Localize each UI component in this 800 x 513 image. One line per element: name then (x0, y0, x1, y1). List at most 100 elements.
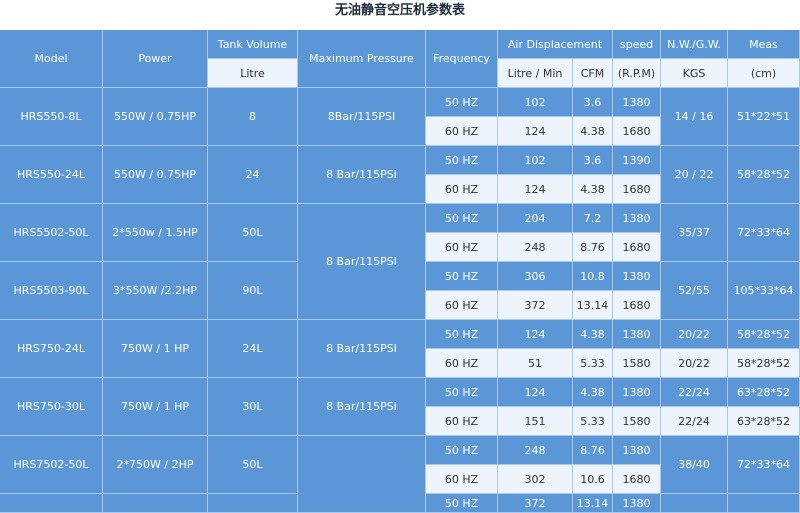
power-cell: 2*750W / 2HP (103, 436, 208, 494)
tank-cell: 24 (208, 146, 298, 204)
cfm-cell: 4.38 (573, 378, 613, 407)
cfm-cell: 7.2 (573, 204, 613, 233)
power-cell: 2*550w / 1.5HP (103, 204, 208, 262)
frequency-cell: 50 HZ (426, 88, 498, 117)
litre-min-cell: 204 (498, 204, 573, 233)
weight-cell: 35/37 (661, 204, 728, 262)
pressure-cell: 8 Bar/115PSI (298, 320, 426, 378)
power-cell: 550W / 0.75HP (103, 88, 208, 146)
spec-table: Model Power Tank Volume Litre Maximum Pr… (0, 30, 800, 513)
rpm-cell: 1580 (613, 407, 661, 436)
cfm-cell: 10.8 (573, 262, 613, 291)
model-cell: HRS7502-50L (0, 436, 103, 494)
cfm-cell: 13.14 (573, 494, 613, 513)
cfm-cell: 13.14 (573, 291, 613, 320)
power-cell: 750W / 1 HP (103, 378, 208, 436)
litre-min-cell: 372 (498, 291, 573, 320)
rpm-cell: 1380 (613, 320, 661, 349)
header-cfm: CFM (573, 59, 613, 88)
weight-cell: 20/22 (661, 320, 728, 349)
cfm-cell: 5.33 (573, 407, 613, 436)
rpm-cell: 1390 (613, 146, 661, 175)
weight-cell: 20/22 (661, 349, 728, 378)
litre-min-cell: 124 (498, 117, 573, 146)
frequency-cell: 60 HZ (426, 117, 498, 146)
rpm-cell: 1680 (613, 465, 661, 494)
meas-cell: 58*28*52 (728, 349, 800, 378)
power-cell: 550W / 0.75HP (103, 146, 208, 204)
frequency-cell: 50 HZ (426, 494, 498, 513)
meas-cell: 72*33*64 (728, 436, 800, 494)
header-air-displacement: Air Displacement (498, 30, 613, 59)
header-speed-unit: (R.P.M) (613, 59, 661, 88)
header-litre-min: Litre / Min (498, 59, 573, 88)
rpm-cell: 1380 (613, 88, 661, 117)
litre-min-cell: 248 (498, 233, 573, 262)
meas-cell-partial (728, 494, 800, 513)
rpm-cell: 1380 (613, 494, 661, 513)
power-cell: 750W / 1 HP (103, 320, 208, 378)
header-model: Model (0, 30, 103, 88)
pressure-cell-shared: 8 Bar/115PSI (298, 204, 426, 320)
litre-min-cell: 102 (498, 146, 573, 175)
model-cell: HRS5502-50L (0, 204, 103, 262)
pressure-cell: 8 Bar/115PSI (298, 378, 426, 436)
litre-min-cell: 248 (498, 436, 573, 465)
header-meas: Meas (728, 30, 800, 59)
litre-min-cell: 102 (498, 88, 573, 117)
weight-cell: 22/24 (661, 407, 728, 436)
meas-cell: 63*28*52 (728, 407, 800, 436)
power-cell-partial (103, 494, 208, 513)
meas-cell: 63*28*52 (728, 378, 800, 407)
pressure-cell-empty (298, 436, 426, 513)
pressure-cell: 8 Bar/115PSI (298, 146, 426, 204)
rpm-cell: 1680 (613, 117, 661, 146)
rpm-cell: 1380 (613, 436, 661, 465)
cfm-cell: 4.38 (573, 117, 613, 146)
rpm-cell: 1680 (613, 175, 661, 204)
frequency-cell: 50 HZ (426, 320, 498, 349)
frequency-cell: 50 HZ (426, 146, 498, 175)
tank-cell: 30L (208, 378, 298, 436)
weight-cell: 22/24 (661, 378, 728, 407)
weight-cell: 38/40 (661, 436, 728, 494)
meas-cell: 58*28*52 (728, 146, 800, 204)
frequency-cell: 60 HZ (426, 291, 498, 320)
frequency-cell: 60 HZ (426, 175, 498, 204)
meas-cell: 72*33*64 (728, 204, 800, 262)
meas-cell: 105*33*64 (728, 262, 800, 320)
frequency-cell: 50 HZ (426, 436, 498, 465)
tank-cell-partial (208, 494, 298, 513)
tank-cell: 50L (208, 204, 298, 262)
frequency-cell: 50 HZ (426, 262, 498, 291)
tank-cell: 8 (208, 88, 298, 146)
header-tank-unit: Litre (208, 59, 298, 88)
tank-cell: 50L (208, 436, 298, 494)
pressure-cell: 8Bar/115PSI (298, 88, 426, 146)
litre-min-cell: 302 (498, 465, 573, 494)
frequency-cell: 50 HZ (426, 378, 498, 407)
meas-cell: 58*28*52 (728, 320, 800, 349)
rpm-cell: 1680 (613, 233, 661, 262)
cfm-cell: 8.76 (573, 233, 613, 262)
weight-cell: 14 / 16 (661, 88, 728, 146)
weight-cell: 52/55 (661, 262, 728, 320)
tank-cell: 24L (208, 320, 298, 378)
header-meas-unit: (cm) (728, 59, 800, 88)
model-cell-partial (0, 494, 103, 513)
frequency-cell: 60 HZ (426, 233, 498, 262)
litre-min-cell: 372 (498, 494, 573, 513)
litre-min-cell: 51 (498, 349, 573, 378)
rpm-cell: 1580 (613, 349, 661, 378)
litre-min-cell: 306 (498, 262, 573, 291)
cfm-cell: 10.6 (573, 465, 613, 494)
weight-cell-partial (661, 494, 728, 513)
litre-min-cell: 124 (498, 175, 573, 204)
model-cell: HRS750-24L (0, 320, 103, 378)
cfm-cell: 3.6 (573, 88, 613, 117)
rpm-cell: 1380 (613, 204, 661, 233)
cfm-cell: 3.6 (573, 146, 613, 175)
header-max-pressure: Maximum Pressure (298, 30, 426, 88)
tank-cell: 90L (208, 262, 298, 320)
frequency-cell: 50 HZ (426, 204, 498, 233)
